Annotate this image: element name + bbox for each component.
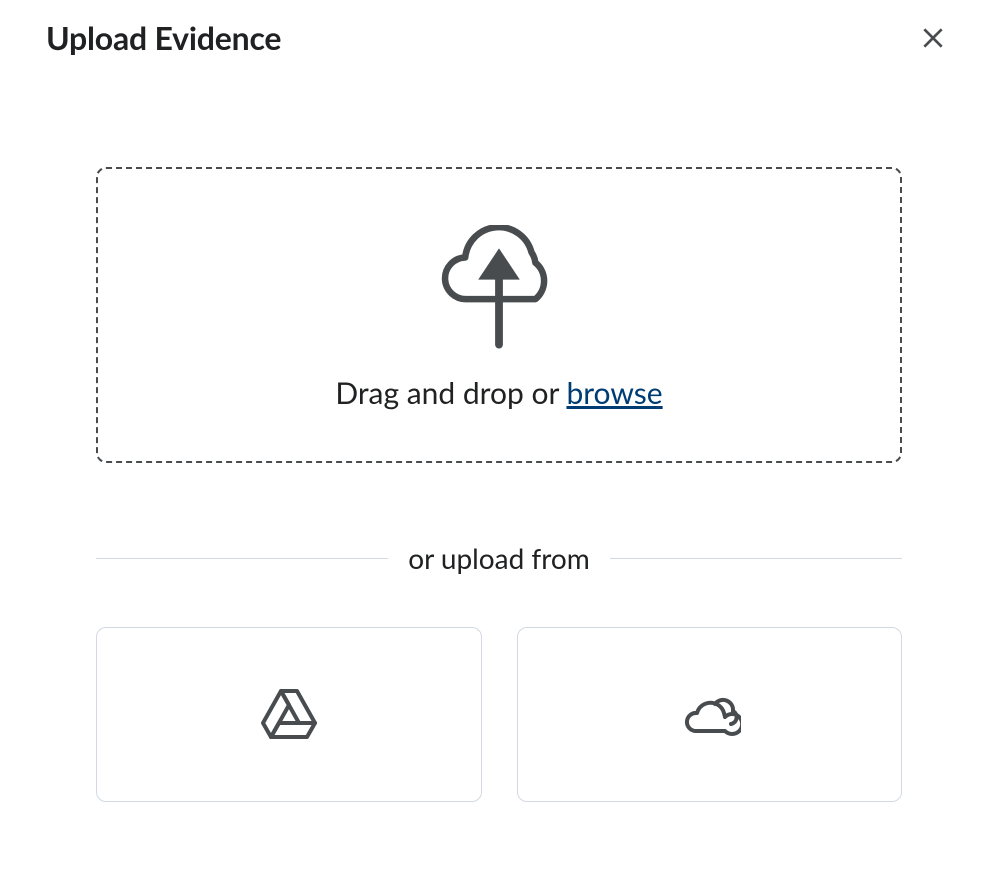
file-dropzone[interactable]: Drag and drop or browse [96, 167, 902, 463]
provider-list [96, 627, 902, 802]
google-drive-icon [257, 683, 321, 747]
dialog-body: Drag and drop or browse or upload from [46, 167, 952, 802]
close-icon [920, 25, 946, 51]
divider-line-right [610, 558, 902, 559]
provider-google-drive[interactable] [96, 627, 482, 802]
cloud-icon [677, 683, 741, 747]
divider: or upload from [96, 541, 902, 575]
dialog-header: Upload Evidence [46, 18, 952, 57]
dropzone-text: Drag and drop or browse [335, 375, 662, 411]
dialog-title: Upload Evidence [46, 18, 281, 57]
provider-cloud-storage[interactable] [517, 627, 903, 802]
browse-link[interactable]: browse [566, 375, 662, 411]
upload-evidence-dialog: Upload Evidence Drag and drop or browse … [0, 0, 998, 832]
divider-line-left [96, 558, 388, 559]
divider-label: or upload from [408, 541, 590, 575]
close-button[interactable] [914, 19, 952, 57]
drag-text: Drag and drop or [335, 375, 566, 411]
cloud-upload-icon [434, 225, 564, 355]
